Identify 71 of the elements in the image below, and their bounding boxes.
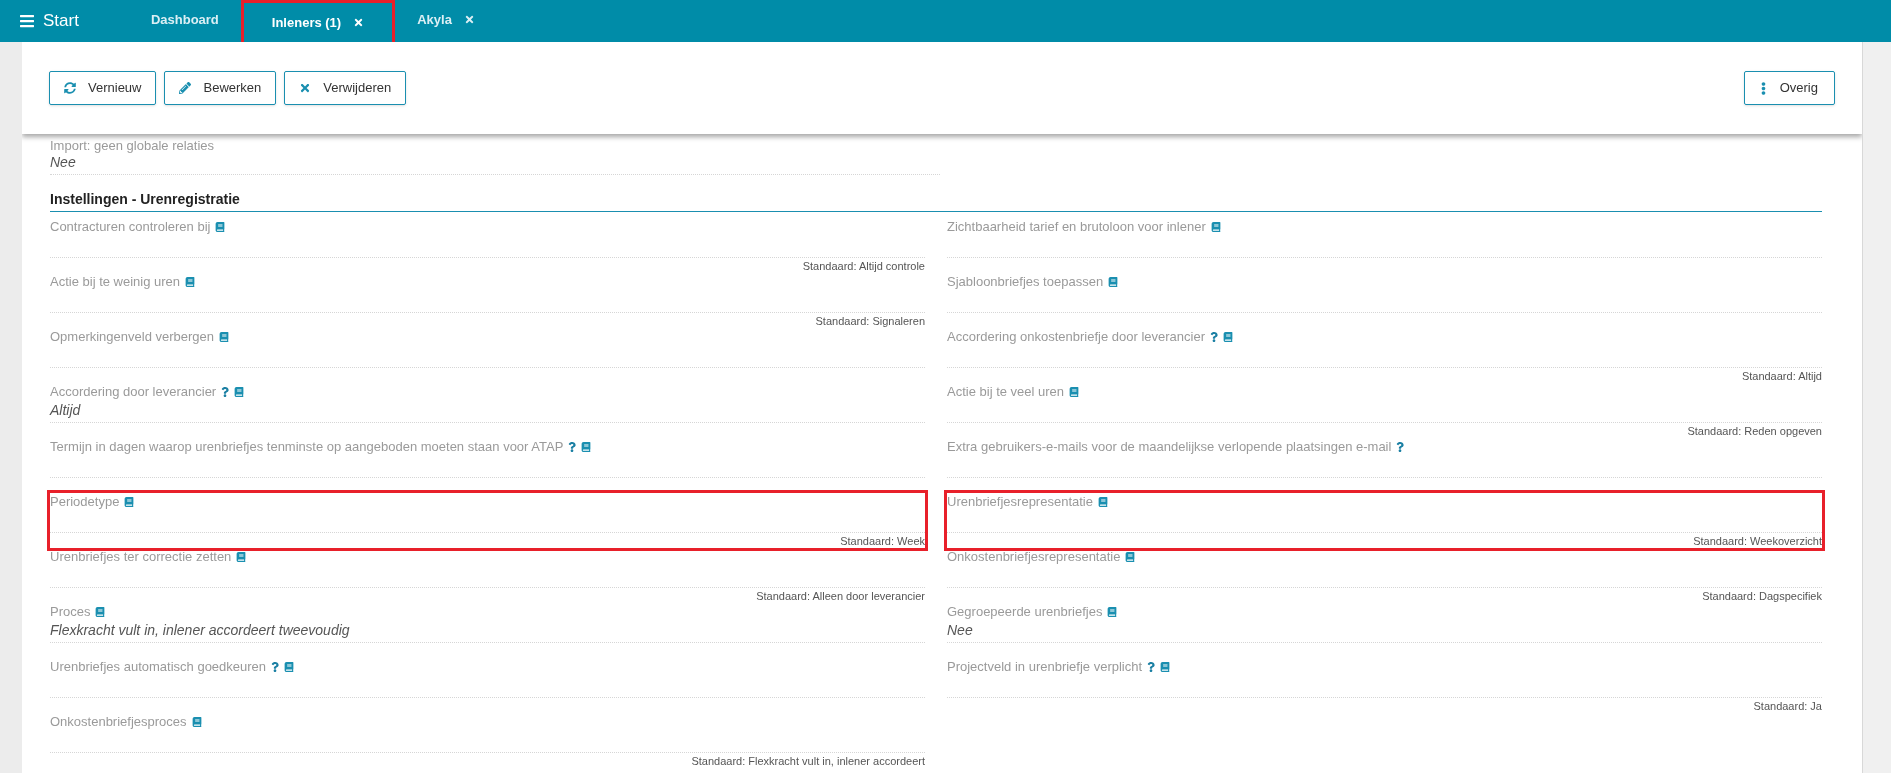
- default-value: Standaard: Ja: [1753, 698, 1822, 714]
- default-value: Standaard: Signaleren: [815, 313, 925, 329]
- toolbar-button[interactable]: Verwijderen: [284, 71, 407, 105]
- book-icon[interactable]: [1069, 387, 1080, 397]
- book-icon[interactable]: [124, 497, 135, 507]
- field-label: Actie bij te weinig uren: [50, 273, 181, 292]
- book-icon[interactable]: [219, 332, 230, 342]
- book-icon[interactable]: [1108, 277, 1119, 287]
- field-value: Nee: [947, 620, 973, 640]
- overflow-button[interactable]: Overig: [1743, 71, 1835, 105]
- section-title: Instellingen - Urenregistratie: [50, 190, 241, 207]
- default-value: Standaard: Dagspecifiek: [1702, 588, 1822, 604]
- close-icon: [299, 82, 312, 94]
- default-value: Standaard: Altijd: [1741, 368, 1822, 384]
- field-label: Projectveld in urenbriefje verplicht: [947, 658, 1143, 677]
- field-label: Onkostenbriefjesrepresentatie: [947, 548, 1121, 567]
- field-label: Onkostenbriefjesproces: [50, 713, 187, 732]
- field-label: Urenbriefjesrepresentatie: [947, 493, 1093, 512]
- help-icon[interactable]: [1210, 332, 1218, 342]
- book-icon[interactable]: [236, 552, 247, 562]
- book-icon[interactable]: [95, 607, 106, 617]
- default-value: Standaard: Reden opgeven: [1687, 423, 1822, 439]
- help-icon[interactable]: [568, 442, 577, 452]
- help-icon[interactable]: [1147, 662, 1156, 672]
- book-icon[interactable]: [284, 662, 295, 672]
- default-value: Standaard: Flexkracht vult in, inlener accordeert: [691, 753, 925, 769]
- field-label: Gegroepeerde urenbriefjes: [947, 603, 1103, 622]
- more-icon: [1760, 81, 1766, 95]
- field-label: Accordering door leverancier: [50, 383, 217, 402]
- default-value: Standaard: Altijd controle: [802, 258, 925, 274]
- field-value: Flexkracht vult in, inlener accordeert tweevoudig: [50, 620, 350, 640]
- field-label: Periodetype: [50, 493, 120, 512]
- field-label: Contracturen controleren bij: [50, 218, 211, 237]
- book-icon[interactable]: [1107, 607, 1118, 617]
- book-icon[interactable]: [234, 387, 245, 397]
- book-icon[interactable]: [1125, 552, 1136, 562]
- default-value: Standaard: Weekoverzicht: [1693, 533, 1822, 549]
- field-label: Extra gebruikers-e-mails voor de maandelijkse verlopende plaatsingen e-mail: [947, 438, 1392, 457]
- book-icon[interactable]: [1210, 222, 1221, 232]
- refresh-icon: [64, 82, 76, 94]
- field-label: Opmerkingenveld verbergen: [50, 328, 215, 347]
- default-value: Standaard: Week: [840, 533, 925, 549]
- field-label: Sjabloonbriefjes toepassen: [947, 273, 1104, 292]
- field-label: Proces: [50, 603, 91, 622]
- help-icon[interactable]: [1396, 442, 1405, 452]
- field-label: Import: geen globale relaties: [50, 137, 216, 152]
- menu-button[interactable]: Start: [0, 0, 89, 42]
- book-icon[interactable]: [1097, 497, 1108, 507]
- field-label: Termijn in dagen waarop urenbriefjes tenminste op aangeboden moeten staan voor ATAP: [50, 438, 564, 457]
- default-value: Standaard: Alleen door leverancier: [756, 588, 925, 604]
- book-icon[interactable]: [215, 222, 226, 232]
- field-label: Actie bij te veel uren: [947, 383, 1065, 402]
- field-label: Urenbriefjes ter correctie zetten: [50, 548, 232, 567]
- help-icon[interactable]: [271, 662, 280, 672]
- book-icon[interactable]: [1160, 662, 1171, 672]
- field-value: Nee: [50, 153, 77, 172]
- book-icon[interactable]: [191, 717, 202, 727]
- field-label: Urenbriefjes automatisch goedkeuren: [50, 658, 267, 677]
- book-icon[interactable]: [185, 277, 196, 287]
- book-icon[interactable]: [1223, 332, 1233, 342]
- close-icon[interactable]: [353, 17, 365, 28]
- field-value: Altijd: [50, 400, 81, 420]
- help-icon[interactable]: [221, 387, 230, 397]
- close-icon[interactable]: [463, 14, 475, 25]
- book-icon[interactable]: [581, 442, 592, 452]
- menu-icon: [19, 13, 35, 29]
- field-label: Zichtbaarheid tarief en brutoloon voor inlener: [947, 218, 1206, 237]
- field-label: Accordering onkostenbriefje door leverancier: [947, 328, 1205, 347]
- toolbar-button[interactable]: Vernieuw: [49, 71, 157, 105]
- toolbar-button[interactable]: Bewerken: [164, 71, 277, 105]
- pencil-icon: [179, 82, 192, 94]
